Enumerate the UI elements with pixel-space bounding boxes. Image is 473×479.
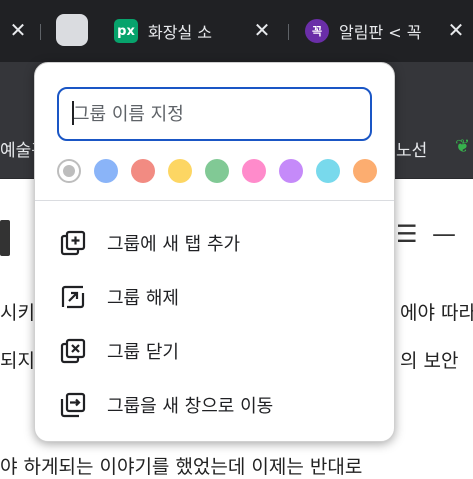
tab-title: 알림판 < 꼭 — [339, 23, 422, 42]
page-tool-button[interactable] — [0, 220, 10, 256]
bookmark-item[interactable]: 노선 — [396, 136, 427, 161]
minus-icon[interactable]: — — [432, 220, 456, 248]
tab-notice-board[interactable]: 꼭 알림판 < 꼭 — [305, 14, 435, 48]
tab-strip: ✕ px 화장실 소 ✕ 꼭 알림판 < 꼭 ✕ — [0, 0, 473, 62]
color-swatch-pink[interactable] — [242, 159, 266, 183]
menu-item-label: 그룹을 새 창으로 이동 — [107, 396, 274, 417]
color-picker — [57, 159, 377, 183]
menu-icon[interactable]: ☰ — [396, 220, 418, 248]
divider — [35, 200, 394, 201]
add-tab-to-group-item[interactable]: 그룹에 새 탭 추가 — [35, 215, 394, 269]
move-to-window-icon — [60, 392, 86, 418]
tab-separator — [40, 24, 41, 40]
menu-item-label: 그룹 닫기 — [107, 342, 179, 363]
color-swatch-cyan[interactable] — [316, 159, 340, 183]
group-name-input[interactable] — [57, 87, 372, 141]
color-swatch-orange[interactable] — [353, 159, 377, 183]
page-text-line: 시키 — [0, 302, 35, 324]
close-icon[interactable]: ✕ — [6, 18, 30, 42]
color-swatch-grey[interactable] — [57, 159, 81, 183]
tab-separator — [288, 24, 289, 40]
page-text-line: 야 하게되는 이야기를 했었는데 이제는 반대로 — [0, 456, 363, 478]
tab-group-chip[interactable] — [56, 14, 88, 46]
page-text-line: 에야 따라 — [400, 302, 473, 324]
tab-title: 화장실 소 — [148, 23, 212, 42]
text-caret — [72, 101, 74, 125]
color-swatch-blue[interactable] — [94, 159, 118, 183]
close-tab-icon[interactable]: ✕ — [250, 18, 274, 42]
move-group-to-new-window-item[interactable]: 그룹을 새 창으로 이동 — [35, 377, 394, 431]
close-tab-icon[interactable]: ✕ — [444, 18, 468, 42]
color-swatch-yellow[interactable] — [168, 159, 192, 183]
px-favicon-icon: px — [114, 19, 138, 43]
tab-group-editor: 그룹에 새 탭 추가 그룹 해제 그룹 닫기 그룹을 새 창으로 이동 — [34, 62, 395, 442]
close-group-icon — [60, 338, 86, 364]
menu-item-label: 그룹 해제 — [107, 288, 179, 309]
color-swatch-green[interactable] — [205, 159, 229, 183]
menu-item-label: 그룹에 새 탭 추가 — [107, 234, 241, 255]
tab-restroom[interactable]: px 화장실 소 — [114, 14, 244, 48]
bookmark-leaf-icon[interactable]: ❦ — [455, 136, 470, 157]
page-text-line: 의 보안 — [400, 350, 459, 372]
add-tab-icon — [60, 230, 86, 256]
color-swatch-purple[interactable] — [279, 159, 303, 183]
kkok-favicon-icon: 꼭 — [305, 19, 329, 43]
color-swatch-red[interactable] — [131, 159, 155, 183]
ungroup-icon — [61, 285, 85, 309]
close-group-item[interactable]: 그룹 닫기 — [35, 323, 394, 377]
ungroup-item[interactable]: 그룹 해제 — [35, 269, 394, 323]
page-text-line: 되지 — [0, 350, 35, 372]
